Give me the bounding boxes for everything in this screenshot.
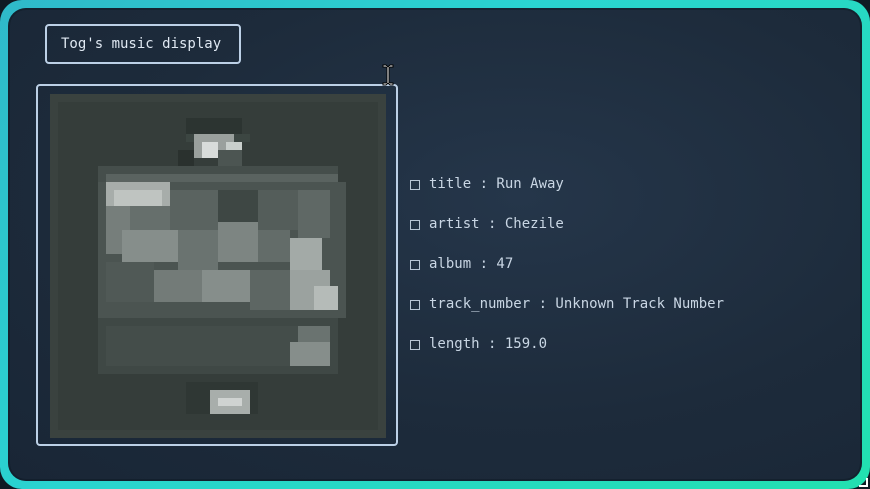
track-info-artist: artist : Chezile — [410, 216, 724, 256]
album-art-frame — [36, 84, 398, 446]
track-info-length-text: length : 159.0 — [429, 336, 548, 352]
track-info-track-number: track_number : Unknown Track Number — [410, 296, 724, 336]
bullet-box-icon — [410, 220, 420, 230]
track-info-length: length : 159.0 — [410, 336, 724, 376]
bullet-box-icon — [410, 260, 420, 270]
track-info-title: title : Run Away — [410, 176, 724, 216]
track-info-list: title : Run Away artist : Chezile album … — [410, 176, 724, 376]
bullet-box-icon — [410, 300, 420, 310]
track-info-title-text: title : Run Away — [429, 176, 564, 192]
track-info-album: album : 47 — [410, 256, 724, 296]
app-window: Tog's music display title: Run Away art… — [8, 8, 868, 487]
app-window-frame: Tog's music display title: Run Away art… — [0, 0, 870, 489]
track-info-album-text: album : 47 — [429, 256, 514, 272]
window-title-text: Tog's music display — [61, 36, 222, 52]
album-cover-image — [50, 94, 386, 438]
resize-grip-icon[interactable] — [857, 476, 869, 488]
bullet-box-icon — [410, 180, 420, 190]
bullet-box-icon — [410, 340, 420, 350]
track-info-artist-text: artist : Chezile — [429, 216, 564, 232]
text-cursor-icon — [382, 64, 394, 86]
window-title: Tog's music display — [45, 24, 241, 64]
track-info-track-number-text: track_number : Unknown Track Number — [429, 296, 725, 312]
